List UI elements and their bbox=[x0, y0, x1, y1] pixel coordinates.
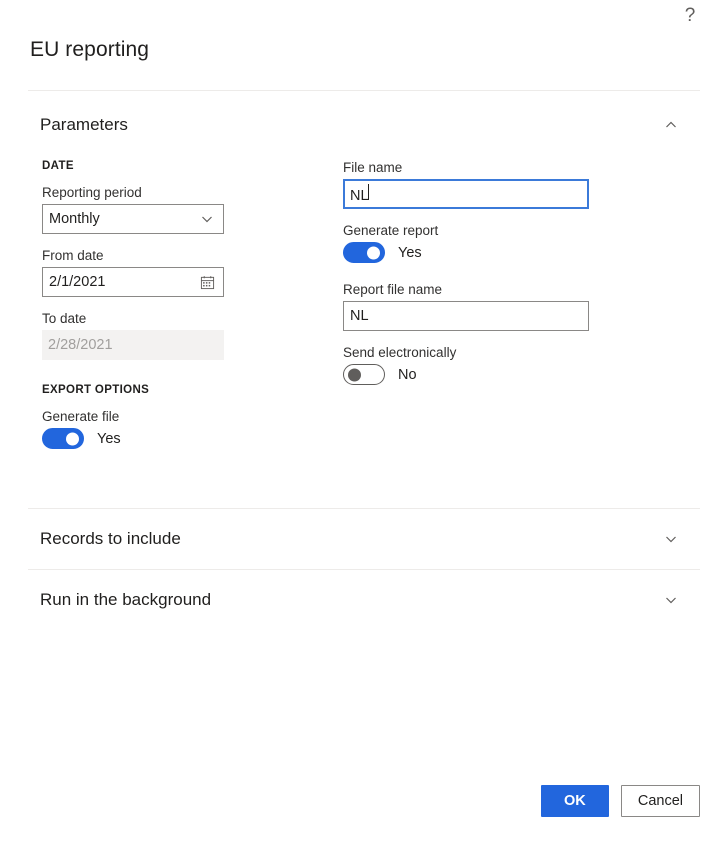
file-name-input[interactable]: NL bbox=[343, 179, 589, 209]
label-reporting-period: Reporting period bbox=[42, 185, 142, 200]
calendar-icon[interactable] bbox=[197, 272, 217, 292]
file-name-value: NL bbox=[350, 184, 582, 204]
from-date-input[interactable]: 2/1/2021 bbox=[42, 267, 224, 297]
section-title-records-to-include: Records to include bbox=[40, 529, 181, 548]
field-reporting-period: Reporting period Monthly bbox=[42, 185, 302, 234]
field-generate-file: Generate file Yes bbox=[42, 409, 302, 449]
reporting-period-dropdown[interactable]: Monthly bbox=[42, 204, 224, 234]
page-title: EU reporting bbox=[30, 38, 150, 61]
eu-reporting-dialog: ? EU reporting Parameters DATE Reporting… bbox=[0, 0, 716, 841]
toggle-knob bbox=[348, 368, 361, 381]
label-generate-file: Generate file bbox=[42, 409, 120, 424]
section-title-parameters: Parameters bbox=[40, 115, 128, 134]
generate-file-state: Yes bbox=[97, 430, 121, 447]
label-send-electronically: Send electronically bbox=[343, 345, 457, 360]
generate-report-toggle[interactable] bbox=[343, 242, 385, 263]
generate-report-state: Yes bbox=[398, 244, 422, 261]
field-to-date: To date 2/28/2021 bbox=[42, 311, 302, 360]
help-icon[interactable]: ? bbox=[678, 4, 702, 28]
ok-button[interactable]: OK bbox=[540, 785, 609, 817]
text-caret bbox=[367, 184, 369, 200]
label-generate-report: Generate report bbox=[343, 223, 439, 238]
field-from-date: From date 2/1/2021 bbox=[42, 248, 302, 297]
label-file-name: File name bbox=[343, 160, 403, 175]
field-generate-report: Generate report Yes bbox=[343, 223, 593, 263]
section-header-run-in-the-background[interactable]: Run in the background bbox=[40, 583, 700, 617]
section-title-run-in-the-background: Run in the background bbox=[40, 590, 212, 609]
parameters-right-column: File name NL Generate report Yes Report … bbox=[343, 160, 593, 399]
to-date-value: 2/28/2021 bbox=[48, 337, 113, 353]
report-file-name-value: NL bbox=[350, 308, 369, 324]
chevron-down-icon[interactable] bbox=[197, 209, 217, 229]
reporting-period-value: Monthly bbox=[49, 211, 100, 227]
section-header-records-to-include[interactable]: Records to include bbox=[40, 522, 700, 556]
label-report-file-name: Report file name bbox=[343, 282, 443, 297]
field-report-file-name: Report file name NL bbox=[343, 282, 593, 331]
field-send-electronically: Send electronically No bbox=[343, 345, 593, 385]
group-label-date: DATE bbox=[42, 160, 74, 172]
chevron-up-icon[interactable] bbox=[660, 114, 682, 136]
cancel-button[interactable]: Cancel bbox=[620, 785, 700, 817]
label-to-date: To date bbox=[42, 311, 87, 326]
send-electronically-state: No bbox=[398, 366, 417, 383]
to-date-input: 2/28/2021 bbox=[42, 330, 224, 360]
report-file-name-input[interactable]: NL bbox=[343, 301, 589, 331]
divider-records bbox=[28, 569, 700, 570]
chevron-down-icon[interactable] bbox=[660, 528, 682, 550]
divider-top bbox=[28, 90, 700, 91]
label-from-date: From date bbox=[42, 248, 104, 263]
from-date-value: 2/1/2021 bbox=[49, 274, 106, 290]
section-header-parameters[interactable]: Parameters bbox=[40, 108, 700, 142]
chevron-down-icon[interactable] bbox=[660, 589, 682, 611]
toggle-knob bbox=[66, 432, 79, 445]
divider-parameters bbox=[28, 508, 700, 509]
generate-file-toggle[interactable] bbox=[42, 428, 84, 449]
parameters-left-column: DATE Reporting period Monthly From date … bbox=[42, 160, 302, 463]
field-file-name: File name NL bbox=[343, 160, 593, 209]
send-electronically-toggle[interactable] bbox=[343, 364, 385, 385]
toggle-knob bbox=[367, 246, 380, 259]
dialog-button-bar: OK Cancel bbox=[540, 785, 700, 817]
group-label-export-options: EXPORT OPTIONS bbox=[42, 384, 150, 396]
